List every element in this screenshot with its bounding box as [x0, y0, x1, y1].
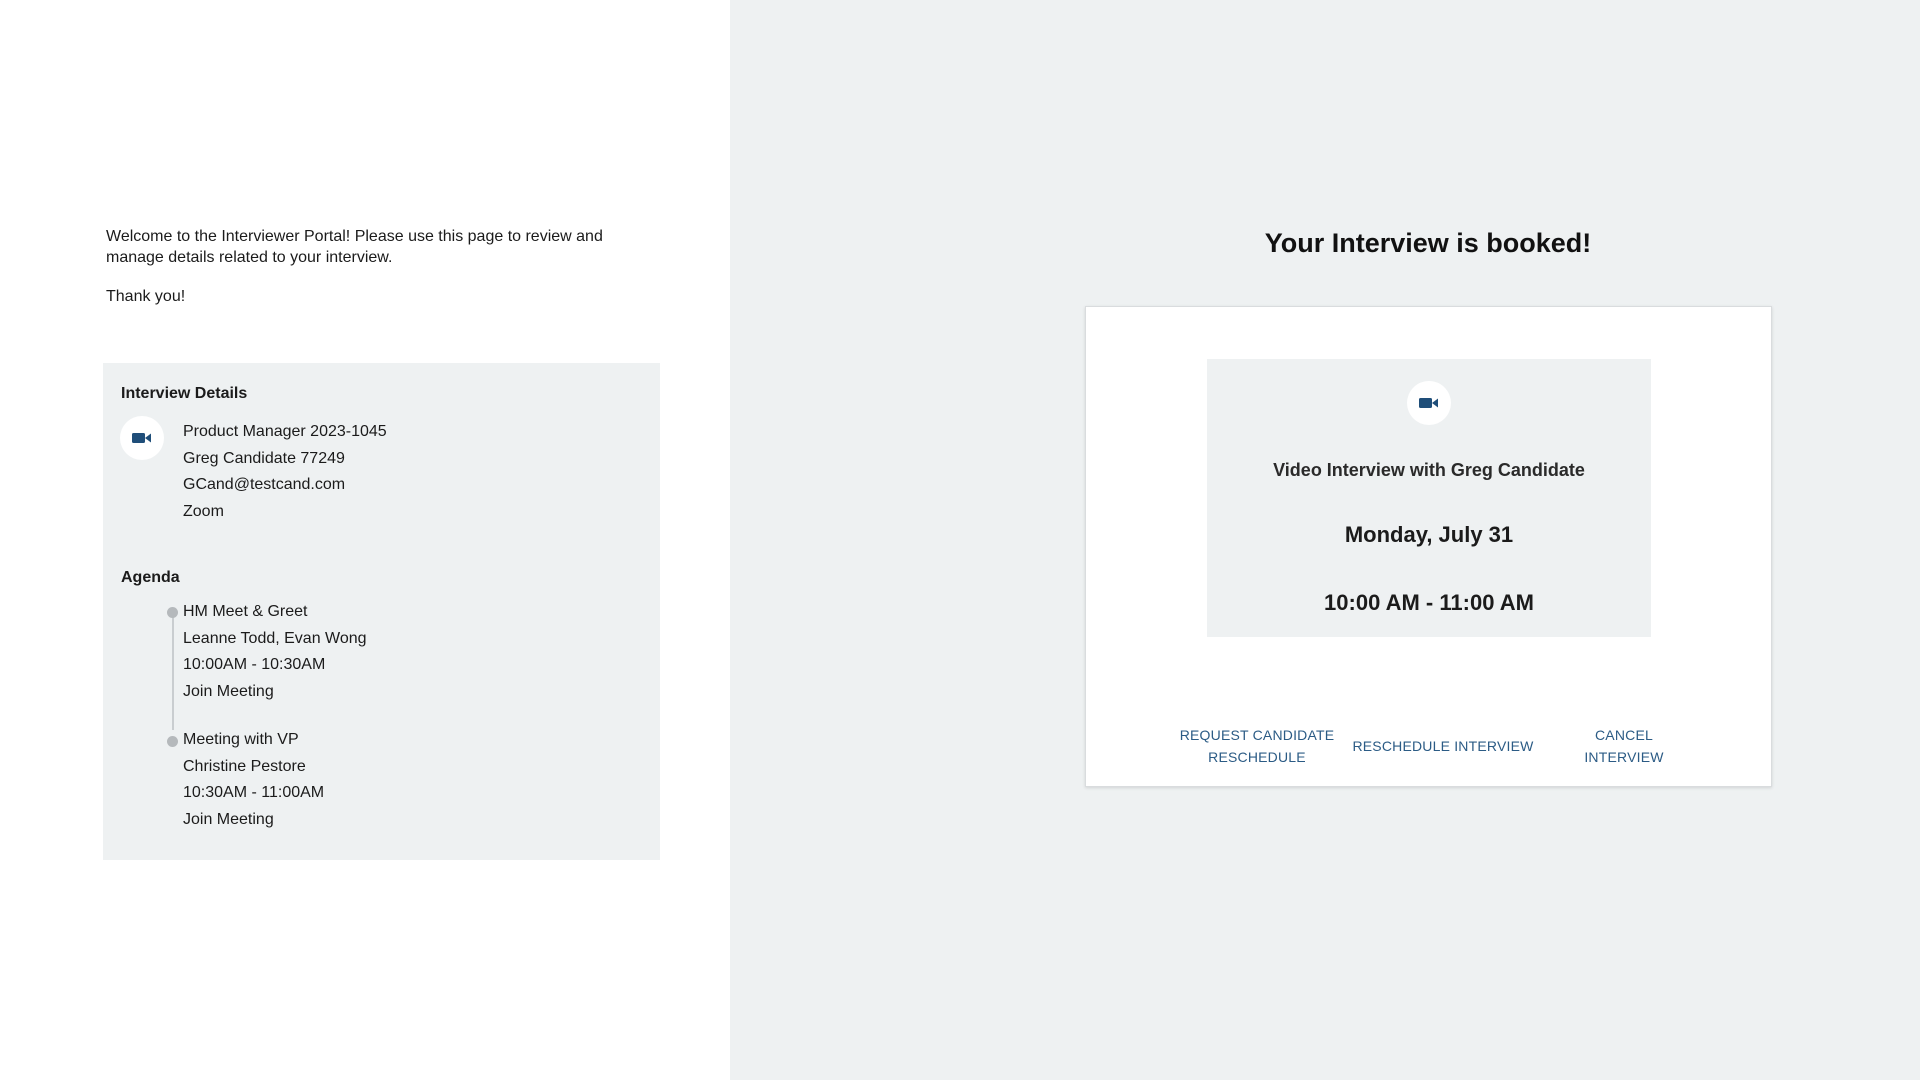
thank-you-text: Thank you!: [106, 288, 186, 305]
request-candidate-reschedule-button[interactable]: REQUEST CANDIDATE RESCHEDULE: [1174, 724, 1340, 768]
reschedule-interview-button[interactable]: RESCHEDULE INTERVIEW: [1348, 735, 1538, 757]
agenda-title: Agenda: [121, 569, 180, 586]
cancel-line-2: INTERVIEW: [1584, 749, 1664, 765]
interviewer-portal-page: Welcome to the Interviewer Portal! Pleas…: [0, 0, 1920, 1080]
agenda-item-title: Meeting with VP: [183, 731, 299, 748]
agenda-item: Meeting with VP Christine Pestore 10:30A…: [183, 727, 324, 833]
agenda-item-people: Christine Pestore: [183, 757, 306, 775]
cancel-line-1: CANCEL: [1595, 727, 1653, 743]
request-line-2: RESCHEDULE: [1208, 749, 1306, 765]
candidate-name-text: Greg Candidate 77249: [183, 449, 345, 467]
interview-details-lines: Product Manager 2023-1045 Greg Candidate…: [183, 419, 387, 525]
agenda-item-title: HM Meet & Greet: [183, 603, 308, 620]
booking-card: Video Interview with Greg Candidate Mond…: [1085, 306, 1772, 787]
agenda-item-time: 10:00AM - 10:30AM: [183, 656, 326, 673]
job-title-text: Product Manager 2023-1045: [183, 423, 387, 440]
video-camera-icon: [120, 416, 164, 460]
agenda-dot: [167, 736, 178, 747]
request-line-1: REQUEST CANDIDATE: [1179, 727, 1335, 743]
booking-confirmation-title: Your Interview is booked!: [1264, 228, 1592, 258]
candidate-email-text: GCand@testcand.com: [183, 476, 346, 493]
agenda-dot: [167, 607, 178, 618]
booking-summary-panel: Video Interview with Greg Candidate Mond…: [1207, 359, 1651, 637]
agenda-item-people: Leanne Todd, Evan Wong: [183, 629, 367, 647]
agenda-timeline-line: [172, 611, 174, 730]
interview-details-title: Interview Details: [121, 385, 248, 402]
agenda-item: HM Meet & Greet Leanne Todd, Evan Wong 1…: [183, 599, 367, 705]
interview-date: Monday, July 31: [1344, 522, 1514, 547]
interview-subject: Video Interview with Greg Candidate: [1273, 460, 1585, 480]
welcome-message: Welcome to the Interviewer Portal! Pleas…: [106, 228, 603, 266]
agenda-item-time: 10:30AM - 11:00AM: [183, 784, 325, 801]
join-meeting-link[interactable]: Join Meeting: [183, 679, 367, 706]
join-meeting-link[interactable]: Join Meeting: [183, 807, 324, 834]
interview-details-card: Interview Details Product Manager 2023-1…: [103, 363, 660, 860]
video-camera-icon: [1407, 381, 1451, 425]
left-panel: Welcome to the Interviewer Portal! Pleas…: [0, 0, 730, 1080]
interview-time: 10:00 AM - 11:00 AM: [1324, 590, 1534, 615]
meeting-platform-text: Zoom: [183, 502, 224, 520]
cancel-interview-button[interactable]: CANCEL INTERVIEW: [1564, 724, 1684, 768]
